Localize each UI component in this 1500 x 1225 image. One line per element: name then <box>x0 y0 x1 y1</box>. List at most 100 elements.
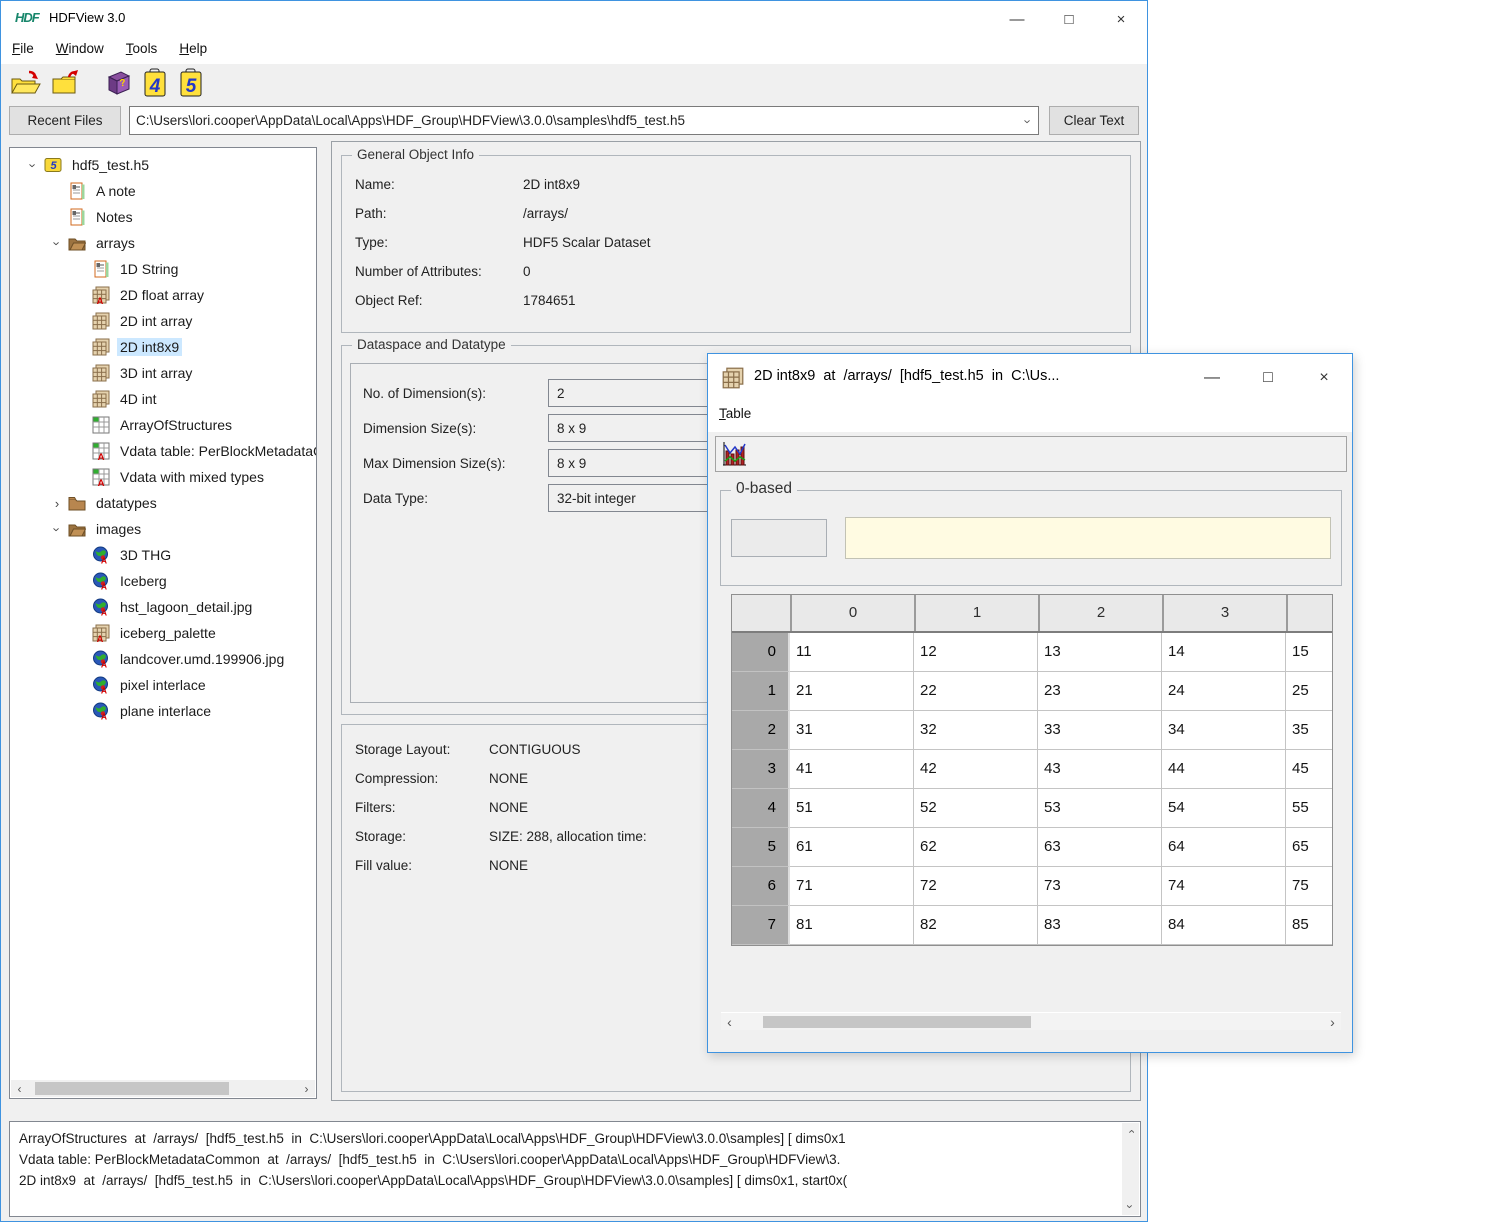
table-cell[interactable]: 34 <box>1162 711 1286 750</box>
tree-item-vdata-table-perblockmetadatacommon[interactable]: AVdata table: PerBlockMetadataCommon <box>10 438 316 464</box>
table-cell[interactable]: 43 <box>1038 750 1162 789</box>
table-cell[interactable]: 22 <box>914 672 1038 711</box>
cell-value-field[interactable] <box>845 517 1331 559</box>
tree-horizontal-scrollbar[interactable]: ‹ › <box>11 1080 315 1097</box>
row-header[interactable]: 2 <box>732 711 790 750</box>
table-cell[interactable]: 31 <box>790 711 914 750</box>
tree-item-images[interactable]: ›images <box>10 516 316 542</box>
tree-item-3d-thg[interactable]: A3D THG <box>10 542 316 568</box>
tree-item-iceberg[interactable]: AIceberg <box>10 568 316 594</box>
minimize-button[interactable]: — <box>1184 354 1240 402</box>
close-file-icon[interactable] <box>49 68 81 98</box>
row-header[interactable]: 1 <box>732 672 790 711</box>
tree-item-pixel-interlace[interactable]: Apixel interlace <box>10 672 316 698</box>
table-cell[interactable]: 42 <box>914 750 1038 789</box>
table-cell[interactable]: 55 <box>1286 789 1333 828</box>
menu-window[interactable]: Window <box>45 37 115 60</box>
column-header[interactable]: 3 <box>1162 595 1286 631</box>
table-cell[interactable]: 75 <box>1286 867 1333 906</box>
table-horizontal-scrollbar[interactable]: ‹ › <box>721 1012 1341 1030</box>
data-table[interactable]: 0123011121314151212223242523132333435341… <box>731 594 1333 946</box>
table-cell[interactable]: 15 <box>1286 633 1333 672</box>
chevron-down-icon[interactable]: › <box>1020 119 1035 123</box>
table-cell[interactable]: 44 <box>1162 750 1286 789</box>
row-header[interactable]: 3 <box>732 750 790 789</box>
tree-item-notes[interactable]: Notes <box>10 204 316 230</box>
table-cell[interactable]: 35 <box>1286 711 1333 750</box>
scroll-down-icon[interactable]: › <box>1122 1198 1139 1215</box>
table-window-title-bar[interactable]: 2D int8x9 at /arrays/ [hdf5_test.h5 in C… <box>708 354 1352 402</box>
table-cell[interactable]: 25 <box>1286 672 1333 711</box>
table-cell[interactable]: 54 <box>1162 789 1286 828</box>
tree-item-a-note[interactable]: A note <box>10 178 316 204</box>
line-plot-button[interactable] <box>719 440 749 468</box>
table-cell[interactable]: 72 <box>914 867 1038 906</box>
open-file-icon[interactable] <box>9 68 41 98</box>
row-header[interactable]: 4 <box>732 789 790 828</box>
cell-reference-field[interactable] <box>731 519 827 557</box>
close-button[interactable]: × <box>1296 354 1352 402</box>
scroll-up-icon[interactable]: › <box>1122 1123 1139 1140</box>
table-cell[interactable]: 51 <box>790 789 914 828</box>
column-header[interactable] <box>1286 595 1333 631</box>
scroll-right-icon[interactable]: › <box>1324 1013 1341 1031</box>
tree-item-arrays[interactable]: ›arrays <box>10 230 316 256</box>
tree-item-2d-float-array[interactable]: A2D float array <box>10 282 316 308</box>
status-log[interactable]: ArrayOfStructures at /arrays/ [hdf5_test… <box>9 1121 1141 1217</box>
maximize-button[interactable]: □ <box>1043 1 1095 37</box>
hdf5-icon[interactable]: 5 <box>175 68 207 98</box>
table-cell[interactable]: 33 <box>1038 711 1162 750</box>
tree-item-2d-int-array[interactable]: 2D int array <box>10 308 316 334</box>
scroll-left-icon[interactable]: ‹ <box>11 1080 28 1097</box>
table-cell[interactable]: 83 <box>1038 906 1162 945</box>
column-header[interactable]: 1 <box>914 595 1038 631</box>
table-cell[interactable]: 85 <box>1286 906 1333 945</box>
table-corner-cell[interactable] <box>732 595 790 631</box>
scroll-right-icon[interactable]: › <box>298 1080 315 1097</box>
recent-files-button[interactable]: Recent Files <box>9 106 121 135</box>
tree-item-3d-int-array[interactable]: 3D int array <box>10 360 316 386</box>
tree-item-hdf5-test-h5[interactable]: ›5hdf5_test.h5 <box>10 152 316 178</box>
table-cell[interactable]: 41 <box>790 750 914 789</box>
title-bar[interactable]: HDF HDFView 3.0 — □ × <box>1 1 1147 37</box>
row-header[interactable]: 6 <box>732 867 790 906</box>
tree-item-vdata-with-mixed-types[interactable]: AVdata with mixed types <box>10 464 316 490</box>
tree-item-4d-int[interactable]: 4D int <box>10 386 316 412</box>
menu-table[interactable]: Table <box>708 402 762 425</box>
chevron-down-icon[interactable]: › <box>26 154 41 176</box>
table-cell[interactable]: 45 <box>1286 750 1333 789</box>
table-cell[interactable]: 64 <box>1162 828 1286 867</box>
scrollbar-thumb[interactable] <box>763 1016 1031 1028</box>
table-cell[interactable]: 14 <box>1162 633 1286 672</box>
table-cell[interactable]: 52 <box>914 789 1038 828</box>
table-cell[interactable]: 84 <box>1162 906 1286 945</box>
tree-item-2d-int8x9[interactable]: 2D int8x9 <box>10 334 316 360</box>
chevron-down-icon[interactable]: › <box>50 232 65 254</box>
help-book-icon[interactable]: ? <box>103 68 135 98</box>
tree-item-iceberg-palette[interactable]: Aiceberg_palette <box>10 620 316 646</box>
table-cell[interactable]: 61 <box>790 828 914 867</box>
clear-text-button[interactable]: Clear Text <box>1049 106 1139 135</box>
table-cell[interactable]: 82 <box>914 906 1038 945</box>
table-cell[interactable]: 32 <box>914 711 1038 750</box>
menu-help[interactable]: Help <box>168 37 218 60</box>
row-header[interactable]: 5 <box>732 828 790 867</box>
table-cell[interactable]: 73 <box>1038 867 1162 906</box>
hdf4-icon[interactable]: 4 <box>139 68 171 98</box>
menu-file[interactable]: File <box>1 37 45 60</box>
table-cell[interactable]: 65 <box>1286 828 1333 867</box>
chevron-right-icon[interactable]: › <box>46 496 68 511</box>
row-header[interactable]: 0 <box>732 633 790 672</box>
column-header[interactable]: 0 <box>790 595 914 631</box>
close-button[interactable]: × <box>1095 1 1147 37</box>
tree-item-1d-string[interactable]: 1D String <box>10 256 316 282</box>
table-cell[interactable]: 74 <box>1162 867 1286 906</box>
tree-item-landcover-umd-199906-jpg[interactable]: Alandcover.umd.199906.jpg <box>10 646 316 672</box>
scrollbar-thumb[interactable] <box>35 1082 229 1095</box>
file-path-combobox[interactable]: C:\Users\lori.cooper\AppData\Local\Apps\… <box>129 106 1039 135</box>
minimize-button[interactable]: — <box>991 1 1043 37</box>
maximize-button[interactable]: □ <box>1240 354 1296 402</box>
table-cell[interactable]: 63 <box>1038 828 1162 867</box>
chevron-down-icon[interactable]: › <box>50 518 65 540</box>
menu-tools[interactable]: Tools <box>115 37 169 60</box>
